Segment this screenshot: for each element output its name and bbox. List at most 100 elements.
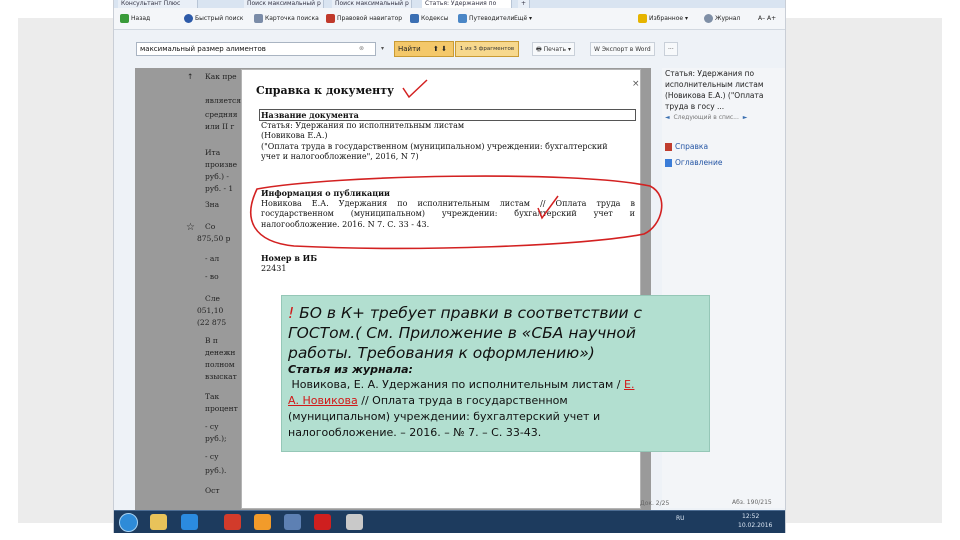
pub-line: Новикова Е.А. Удержания по исполнительны…: [261, 198, 635, 208]
windows-taskbar: RU 12:52 10.02.2016: [114, 510, 785, 533]
search-options-dropdown[interactable]: ▾: [381, 43, 384, 55]
new-tab-button[interactable]: +: [518, 0, 530, 8]
clock-time[interactable]: 12:52: [742, 513, 759, 520]
card-search-button[interactable]: Карточка поиска: [254, 13, 319, 25]
search-count: 1 из 3 фрагментов: [455, 41, 519, 57]
note-citation: Новикова, Е. А. Удержания по исполнитель…: [291, 378, 635, 391]
search-icon: [184, 14, 193, 23]
media-icon[interactable]: [254, 514, 271, 530]
doc-fragment: (22 875: [197, 318, 227, 327]
tab-search-1[interactable]: Поиск максимальный р: [244, 0, 324, 8]
doc-fragment: или II г: [205, 122, 235, 131]
contents-link[interactable]: Оглавление: [665, 158, 722, 167]
doc-fragment: процент: [205, 404, 238, 413]
find-button[interactable]: Найти ⬆ ⬇: [394, 41, 454, 57]
ib-value: 22431: [261, 263, 287, 273]
doc-fragment: Так: [205, 392, 220, 401]
favorites-button[interactable]: Избранное ▾: [638, 13, 688, 25]
doc-fragment: Со: [205, 222, 216, 231]
ie-icon[interactable]: [181, 514, 198, 530]
note-citation: налогообложение. – 2016. – № 7. – С. 33-…: [288, 426, 542, 439]
tab-search-2[interactable]: Поиск максимальный р: [332, 0, 412, 8]
doc-name-section: Название документа Статья: Удержания по …: [261, 110, 635, 163]
doc-counter: Док. 2/25: [640, 500, 670, 507]
guides-button[interactable]: Путеводители: [458, 13, 514, 25]
doc-fragment: Зна: [205, 200, 220, 209]
font-size-control[interactable]: A– A+: [758, 13, 776, 25]
doc-fragment: - ал: [205, 254, 220, 263]
consultant-icon[interactable]: [284, 514, 301, 530]
pdf-icon[interactable]: [314, 514, 331, 530]
legal-navigator-button[interactable]: Правовой навигатор: [326, 13, 402, 25]
doc-fragment: - во: [205, 272, 219, 281]
screenshot-window: Консультант Плюс Поиск максимальный р По…: [113, 0, 786, 533]
help-link[interactable]: Справка: [665, 142, 708, 151]
doc-name-header: Название документа: [261, 110, 359, 120]
codes-icon: [410, 14, 419, 23]
more-menu[interactable]: Ещё ▾: [514, 13, 532, 25]
next-arrow-icon[interactable]: ⬇: [441, 45, 447, 53]
back-button[interactable]: Назад: [120, 13, 150, 25]
journal-button[interactable]: Журнал: [704, 13, 740, 25]
guides-icon: [458, 14, 467, 23]
tab-article[interactable]: Статья: Удержания по: [422, 0, 512, 8]
doc-fragment: руб. - 1: [205, 184, 234, 193]
note-citation: (муниципальном) учреждении: бухгалтерски…: [288, 410, 601, 423]
up-arrow-icon[interactable]: ↑: [187, 72, 193, 81]
next-doc-arrow-icon[interactable]: ►: [743, 114, 748, 121]
navigator-icon: [326, 14, 335, 23]
clock-date[interactable]: 10.02.2016: [738, 522, 772, 529]
ib-header: Номер в ИБ: [261, 253, 318, 263]
doc-fragment: является: [205, 96, 241, 105]
tab-consultant[interactable]: Консультант Плюс: [118, 0, 198, 8]
note-subheading: Статья из журнала:: [288, 363, 413, 376]
doc-name-line: Статья: Удержания по исполнительным лист…: [261, 120, 465, 130]
doc-fragment: 875,50 р: [197, 234, 231, 243]
language-indicator[interactable]: RU: [676, 515, 685, 522]
main-toolbar: Назад Быстрый поиск Карточка поиска Прав…: [114, 8, 785, 30]
dialog-title: Справка к документу: [256, 84, 395, 97]
close-icon[interactable]: ×: [632, 79, 640, 89]
explorer-icon[interactable]: [150, 514, 167, 530]
pub-line: налогообложение. 2016. N 7. С. 33 - 43.: [261, 219, 430, 229]
doc-name-line: (Новикова Е.А.): [261, 131, 328, 140]
search-bar: максимальный размер алиментов ⊗ ▾ Найти …: [114, 30, 785, 68]
help-book-icon: [665, 143, 672, 151]
more-actions-button[interactable]: ···: [664, 42, 678, 56]
contents-icon: [665, 159, 672, 167]
document-title: Статья: Удержания по исполнительным лист…: [665, 69, 764, 111]
paragraph-counter: Абз. 190/215: [732, 499, 772, 506]
doc-fragment: 051,10: [197, 306, 224, 315]
doc-fragment: - су: [205, 452, 219, 461]
card-search-icon: [254, 14, 263, 23]
prev-doc-arrow-icon[interactable]: ◄: [665, 114, 670, 121]
back-arrow-icon: [120, 14, 129, 23]
codes-button[interactable]: Кодексы: [410, 13, 448, 25]
start-button[interactable]: [119, 513, 138, 532]
doc-fragment: Как пре: [205, 72, 237, 81]
prev-arrow-icon[interactable]: ⬆: [433, 45, 439, 53]
list-navigation[interactable]: ◄ Следующий в спис... ►: [665, 114, 747, 121]
doc-fragment: Ост: [205, 486, 220, 495]
doc-fragment: взыскат: [205, 372, 237, 381]
star-icon: [638, 14, 647, 23]
doc-name-line: учет и налогообложение", 2016, N 7): [261, 152, 419, 161]
bookmark-star-icon[interactable]: ☆: [186, 222, 195, 233]
gost-note: ! БО в К+ требует правки в соответствии …: [281, 295, 710, 452]
export-word-button[interactable]: W Экспорт в Word: [590, 42, 655, 56]
doc-fragment: руб.).: [205, 466, 227, 475]
doc-name-line: ("Оплата труда в государственном (муници…: [261, 141, 608, 151]
doc-fragment: - су: [205, 422, 219, 431]
ib-number-section: Номер в ИБ 22431: [261, 253, 635, 274]
user-photo-icon[interactable]: [346, 514, 363, 530]
doc-fragment: руб.);: [205, 434, 227, 443]
clear-search-icon[interactable]: ⊗: [359, 43, 364, 55]
search-input[interactable]: максимальный размер алиментов: [136, 42, 376, 56]
app-icon[interactable]: [224, 514, 241, 530]
quick-search-button[interactable]: Быстрый поиск: [184, 13, 243, 25]
print-button[interactable]: 🖶 Печать ▾: [532, 42, 575, 56]
publication-section: Информация о публикации Новикова Е.А. Уд…: [261, 188, 635, 230]
doc-fragment: В п: [205, 336, 218, 345]
doc-fragment: Сле: [205, 294, 220, 303]
doc-fragment: руб.) -: [205, 172, 229, 181]
